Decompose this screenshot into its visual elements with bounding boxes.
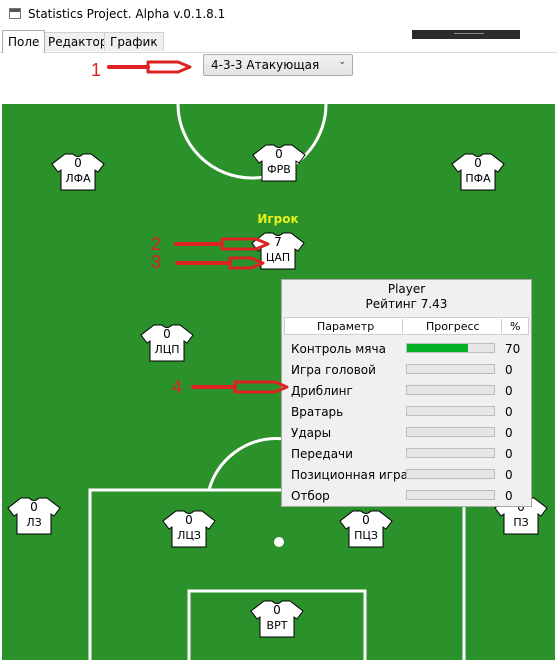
annotation-arrow-4-head xyxy=(233,380,289,394)
tab-field[interactable]: Поле xyxy=(2,30,46,53)
annotation-arrow-2-head xyxy=(220,237,270,251)
annotation-number-4: 4 xyxy=(172,377,183,397)
annotation-number-3: 3 xyxy=(151,252,162,272)
annotation-arrows xyxy=(107,60,289,394)
annotation-arrow-1-head xyxy=(146,60,192,74)
annotation-arrow-3-head xyxy=(228,256,265,270)
annotation-number-1: 1 xyxy=(91,60,102,80)
